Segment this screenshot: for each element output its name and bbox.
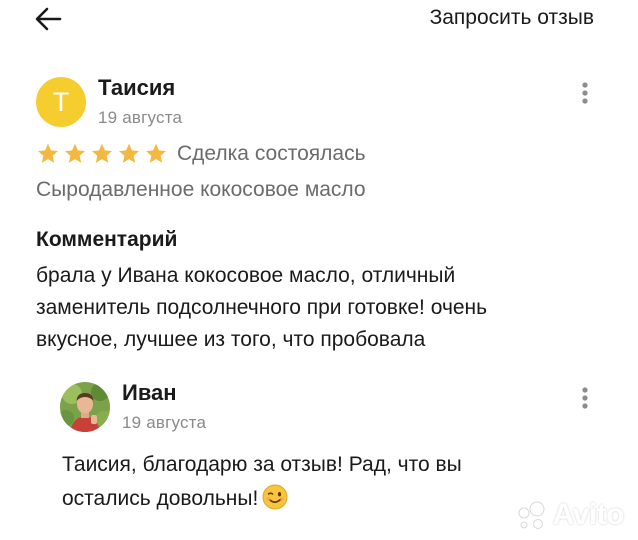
review-author-name[interactable]: Таисия [98, 75, 175, 101]
reply-author-name[interactable]: Иван [122, 380, 177, 406]
star-icon [63, 142, 87, 166]
star-icon [144, 142, 168, 166]
comment-text: брала у Ивана кокосовое масло, отличный … [36, 260, 596, 356]
avito-logo-icon [518, 501, 545, 529]
review-date: 19 августа [98, 108, 183, 127]
reply-date: 19 августа [122, 413, 207, 432]
reply-line-last: остались довольны! [62, 482, 582, 521]
reply-menu-button[interactable] [575, 384, 595, 414]
comment-line: брала у Ивана кокосовое масло, отличный [36, 264, 456, 287]
reply-avatar[interactable] [60, 382, 110, 432]
avito-watermark: Avito [515, 498, 625, 532]
winking-face-icon [262, 484, 288, 521]
deal-status: Сделка состоялась [177, 142, 366, 165]
star-rating [36, 142, 168, 166]
reply-line: Таисия, благодарю за отзыв! Рад, что вы [62, 453, 462, 476]
more-vertical-icon [582, 82, 588, 104]
star-icon [117, 142, 141, 166]
review-page: Запросить отзыв Т Таисия 19 августа Сдел… [0, 0, 638, 540]
comment-line: заменитель подсолнечного при готовке! оч… [36, 296, 488, 319]
back-button[interactable] [30, 2, 70, 36]
comment-heading: Комментарий [36, 228, 178, 251]
request-review-link[interactable]: Запросить отзыв [430, 6, 594, 30]
avatar[interactable]: Т [36, 77, 86, 127]
more-vertical-icon [582, 387, 588, 409]
reply-line: остались довольны! [62, 487, 259, 510]
rating-row: Сделка состоялась [36, 141, 366, 167]
star-icon [36, 142, 60, 166]
arrow-left-icon [35, 7, 62, 31]
comment-line: вкусное, лучшее из того, что пробовала [36, 328, 426, 351]
seller-photo [60, 382, 110, 432]
reply-text: Таисия, благодарю за отзыв! Рад, что вы … [62, 448, 582, 521]
product-name[interactable]: Сыродавленное кокосовое масло [36, 178, 366, 202]
watermark-text: Avito [552, 498, 625, 531]
star-icon [90, 142, 114, 166]
review-menu-button[interactable] [575, 79, 595, 109]
avatar-letter: Т [52, 86, 70, 117]
